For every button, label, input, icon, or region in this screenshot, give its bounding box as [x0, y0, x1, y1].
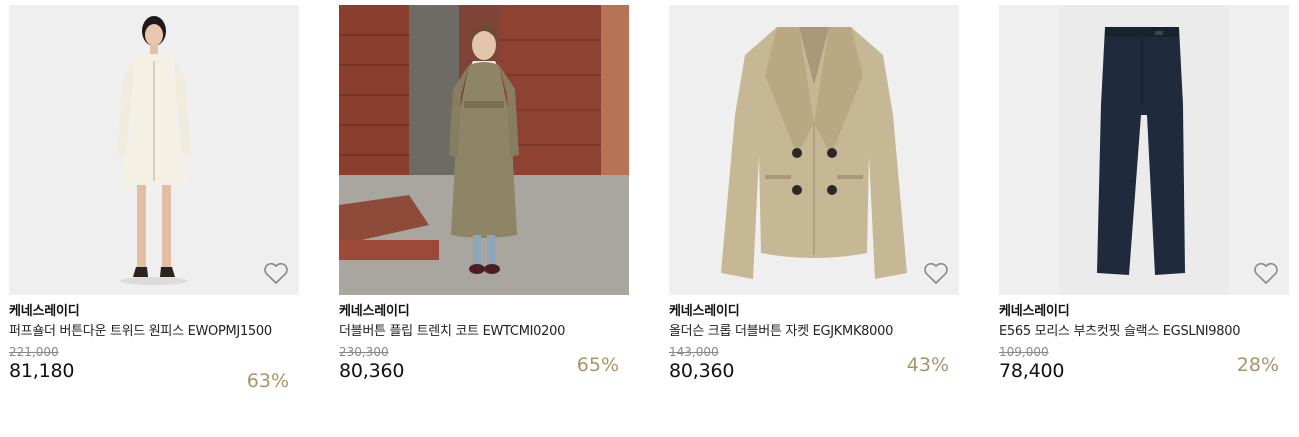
product-info: 케네스레이디 퍼프숄더 버튼다운 트위드 원피스 EWOPMJ1500 221,…: [9, 295, 299, 404]
tweed-dress-photo: [9, 5, 299, 295]
product-info: 케네스레이디 올더슨 크롭 더블버튼 자켓 EGJKMK8000 143,000…: [669, 295, 959, 404]
brand-name[interactable]: 케네스레이디: [669, 304, 959, 320]
discount-rate: 43%: [906, 354, 949, 376]
brand-name[interactable]: 케네스레이디: [999, 304, 1289, 320]
heart-outline-icon[interactable]: [923, 261, 949, 285]
product-image[interactable]: [669, 5, 959, 295]
discount-rate: 65%: [576, 354, 619, 376]
product-info: 케네스레이디 E565 모리스 부츠컷핏 슬랙스 EGSLNI9800 109,…: [999, 295, 1289, 404]
product-card[interactable]: 케네스레이디 올더슨 크롭 더블버튼 자켓 EGJKMK8000 143,000…: [669, 5, 959, 404]
product-info: 케네스레이디 더블버튼 플립 트렌치 코트 EWTCMI0200 230,300…: [339, 295, 629, 404]
discount-rate: 63%: [246, 370, 289, 392]
brand-name[interactable]: 케네스레이디: [9, 304, 299, 320]
product-card[interactable]: 케네스레이디 더블버튼 플립 트렌치 코트 EWTCMI0200 230,300…: [339, 5, 629, 404]
heart-outline-icon[interactable]: [263, 261, 289, 285]
product-card[interactable]: 케네스레이디 퍼프숄더 버튼다운 트위드 원피스 EWOPMJ1500 221,…: [9, 5, 299, 404]
heart-outline-icon[interactable]: [1253, 261, 1279, 285]
cropped-jacket-photo: [669, 5, 959, 295]
product-image[interactable]: [9, 5, 299, 295]
bootcut-slacks-photo: [999, 5, 1289, 295]
product-image[interactable]: [339, 5, 629, 295]
product-image[interactable]: [999, 5, 1289, 295]
brand-name[interactable]: 케네스레이디: [339, 304, 629, 320]
discount-rate: 28%: [1236, 354, 1279, 376]
trench-coat-photo: [339, 5, 629, 295]
product-name[interactable]: 올더슨 크롭 더블버튼 자켓 EGJKMK8000: [669, 323, 959, 341]
product-card[interactable]: 케네스레이디 E565 모리스 부츠컷핏 슬랙스 EGSLNI9800 109,…: [999, 5, 1289, 404]
product-name[interactable]: E565 모리스 부츠컷핏 슬랙스 EGSLNI9800: [999, 323, 1289, 341]
original-price: 221,000: [9, 345, 59, 359]
product-name[interactable]: 퍼프숄더 버튼다운 트위드 원피스 EWOPMJ1500: [9, 323, 299, 341]
product-name[interactable]: 더블버튼 플립 트렌치 코트 EWTCMI0200: [339, 323, 629, 341]
